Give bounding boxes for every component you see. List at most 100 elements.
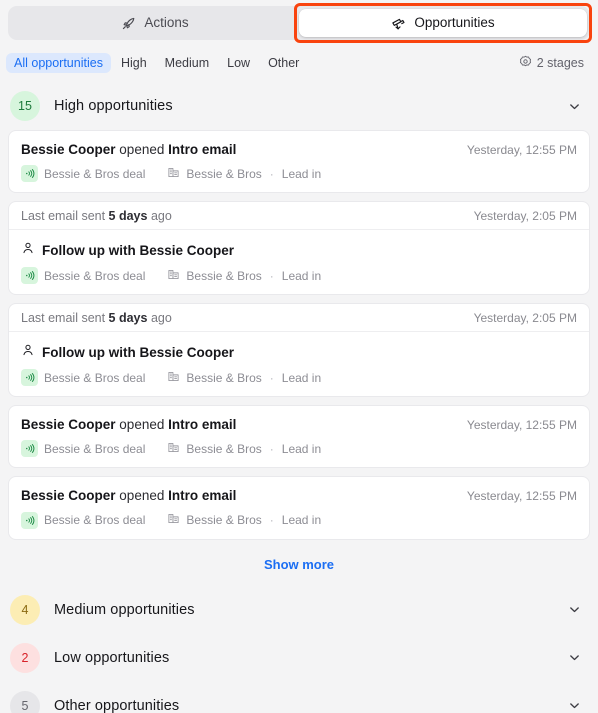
- filter-bar: All opportunities High Medium Low Other …: [0, 48, 598, 78]
- filter-chip-low[interactable]: Low: [219, 53, 258, 73]
- card-title: Follow up with Bessie Cooper: [42, 345, 234, 361]
- card-strip-timestamp: Yesterday, 2:05 PM: [473, 209, 577, 224]
- card-company[interactable]: Bessie & Bros: [167, 166, 262, 182]
- tab-opportunities[interactable]: Opportunities: [294, 3, 592, 43]
- building-icon: [167, 370, 180, 386]
- tab-actions[interactable]: Actions: [11, 9, 299, 37]
- section-count-high: 15: [10, 91, 40, 121]
- card-title-person: Bessie Cooper: [21, 142, 116, 157]
- card-deal-label: Bessie & Bros deal: [44, 370, 146, 385]
- chevron-down-icon[interactable]: [567, 698, 582, 713]
- card-title-object: Intro email: [168, 488, 237, 504]
- opportunity-card[interactable]: Last email sent 5 days ago Yesterday, 2:…: [8, 201, 590, 296]
- section-count-low: 2: [10, 642, 40, 673]
- card-deal[interactable]: Bessie & Bros deal: [21, 369, 146, 387]
- section-header-medium[interactable]: 4 Medium opportunities: [0, 586, 598, 634]
- card-strip-text: Last email sent 5 days ago: [21, 311, 172, 325]
- card-company-label: Bessie & Bros: [186, 268, 262, 283]
- stages-button[interactable]: 2 stages: [519, 55, 588, 71]
- signal-icon: [21, 440, 38, 458]
- signal-icon: [21, 267, 38, 285]
- tab-opportunities-label: Opportunities: [414, 15, 495, 31]
- chevron-down-icon[interactable]: [567, 650, 582, 665]
- card-timestamp: Yesterday, 12:55 PM: [466, 418, 577, 433]
- chevron-down-icon[interactable]: [567, 99, 582, 114]
- strip-prefix: Last email sent: [21, 209, 109, 224]
- card-title: Bessie Cooper opened Intro email: [21, 142, 236, 158]
- telescope-icon: [391, 16, 406, 31]
- signal-icon: [21, 369, 38, 387]
- collapsed-sections: 4 Medium opportunities 2 Low opportuniti…: [0, 586, 598, 713]
- strip-strong: 5 days: [108, 209, 148, 224]
- strip-suffix: ago: [147, 311, 172, 326]
- card-timestamp: Yesterday, 12:55 PM: [466, 143, 577, 158]
- card-body: Bessie Cooper opened Intro email Yesterd…: [9, 131, 589, 192]
- card-title-row: Bessie Cooper opened Intro email Yesterd…: [21, 142, 577, 158]
- card-meta: Bessie & Bros deal Bessie & Bros · Lead …: [21, 369, 577, 387]
- card-company[interactable]: Bessie & Bros: [167, 441, 262, 457]
- person-icon: [21, 241, 35, 260]
- strip-suffix: ago: [147, 209, 172, 224]
- filter-chip-high[interactable]: High: [113, 53, 155, 73]
- opportunity-card-list: Bessie Cooper opened Intro email Yesterd…: [0, 130, 598, 540]
- card-title: Bessie Cooper opened Intro email: [21, 488, 236, 504]
- opportunity-card[interactable]: Bessie Cooper opened Intro email Yesterd…: [8, 130, 590, 194]
- card-title-object: Intro email: [168, 142, 237, 157]
- card-company-label: Bessie & Bros: [186, 370, 262, 385]
- opportunity-card[interactable]: Last email sent 5 days ago Yesterday, 2:…: [8, 303, 590, 398]
- filter-chip-all-opportunities[interactable]: All opportunities: [6, 53, 111, 73]
- tab-bar: Actions Opportunities: [8, 3, 592, 43]
- card-company[interactable]: Bessie & Bros: [167, 268, 262, 284]
- card-body: Bessie Cooper opened Intro email Yesterd…: [9, 406, 589, 467]
- card-title-row: Bessie Cooper opened Intro email Yesterd…: [21, 488, 577, 504]
- card-company[interactable]: Bessie & Bros: [167, 370, 262, 386]
- card-body: Bessie Cooper opened Intro email Yesterd…: [9, 477, 589, 538]
- card-stage-label: Lead in: [281, 370, 322, 385]
- section-title-high: High opportunities: [54, 98, 173, 114]
- card-company-label: Bessie & Bros: [186, 513, 262, 528]
- opportunity-card[interactable]: Bessie Cooper opened Intro email Yesterd…: [8, 476, 590, 540]
- card-title-person: Bessie Cooper: [21, 417, 116, 433]
- card-body: Follow up with Bessie Cooper Bessie & Br…: [9, 332, 589, 396]
- card-title-verb: opened: [115, 488, 169, 504]
- card-deal[interactable]: Bessie & Bros deal: [21, 165, 145, 183]
- card-company[interactable]: Bessie & Bros: [167, 512, 262, 528]
- card-company-label: Bessie & Bros: [186, 441, 262, 456]
- chevron-down-icon[interactable]: [567, 602, 582, 617]
- section-count-other: 5: [10, 690, 40, 713]
- card-stage-label: Lead in: [281, 513, 322, 528]
- card-title-row: Bessie Cooper opened Intro email Yesterd…: [21, 417, 577, 433]
- section-count-medium: 4: [10, 594, 40, 625]
- card-title: Bessie Cooper opened Intro email: [21, 417, 236, 433]
- tab-actions-label: Actions: [144, 15, 189, 31]
- strip-prefix: Last email sent: [21, 311, 109, 326]
- card-deal[interactable]: Bessie & Bros deal: [21, 511, 146, 529]
- card-strip: Last email sent 5 days ago Yesterday, 2:…: [9, 202, 589, 231]
- card-deal[interactable]: Bessie & Bros deal: [21, 440, 145, 458]
- person-icon: [21, 343, 35, 362]
- card-title-person: Bessie Cooper: [21, 488, 116, 504]
- building-icon: [167, 166, 180, 182]
- section-header-other[interactable]: 5 Other opportunities: [0, 682, 598, 713]
- card-title-row: Follow up with Bessie Cooper: [21, 241, 577, 260]
- card-meta: Bessie & Bros deal Bessie & Bros · Lead …: [21, 267, 577, 285]
- filter-chips: All opportunities High Medium Low Other: [6, 53, 307, 73]
- card-deal-label: Bessie & Bros deal: [44, 513, 146, 528]
- card-deal[interactable]: Bessie & Bros deal: [21, 267, 145, 285]
- building-icon: [167, 268, 180, 284]
- card-title-object: Intro email: [168, 417, 237, 433]
- signal-icon: [21, 165, 38, 183]
- section-header-high[interactable]: 15 High opportunities: [0, 82, 598, 130]
- filter-chip-medium[interactable]: Medium: [157, 53, 217, 73]
- card-stage-label: Lead in: [281, 441, 322, 456]
- opportunity-card[interactable]: Bessie Cooper opened Intro email Yesterd…: [8, 405, 590, 469]
- card-meta: Bessie & Bros deal Bessie & Bros · Lead …: [21, 511, 577, 529]
- meta-separator: ·: [269, 513, 274, 528]
- gear-icon: [519, 55, 532, 71]
- card-title-text: Follow up with Bessie Cooper: [42, 344, 235, 360]
- show-more-link[interactable]: Show more: [0, 548, 598, 586]
- filter-chip-other[interactable]: Other: [260, 53, 307, 73]
- section-title-low: Low opportunities: [54, 649, 170, 666]
- section-header-low[interactable]: 2 Low opportunities: [0, 634, 598, 682]
- building-icon: [167, 512, 180, 528]
